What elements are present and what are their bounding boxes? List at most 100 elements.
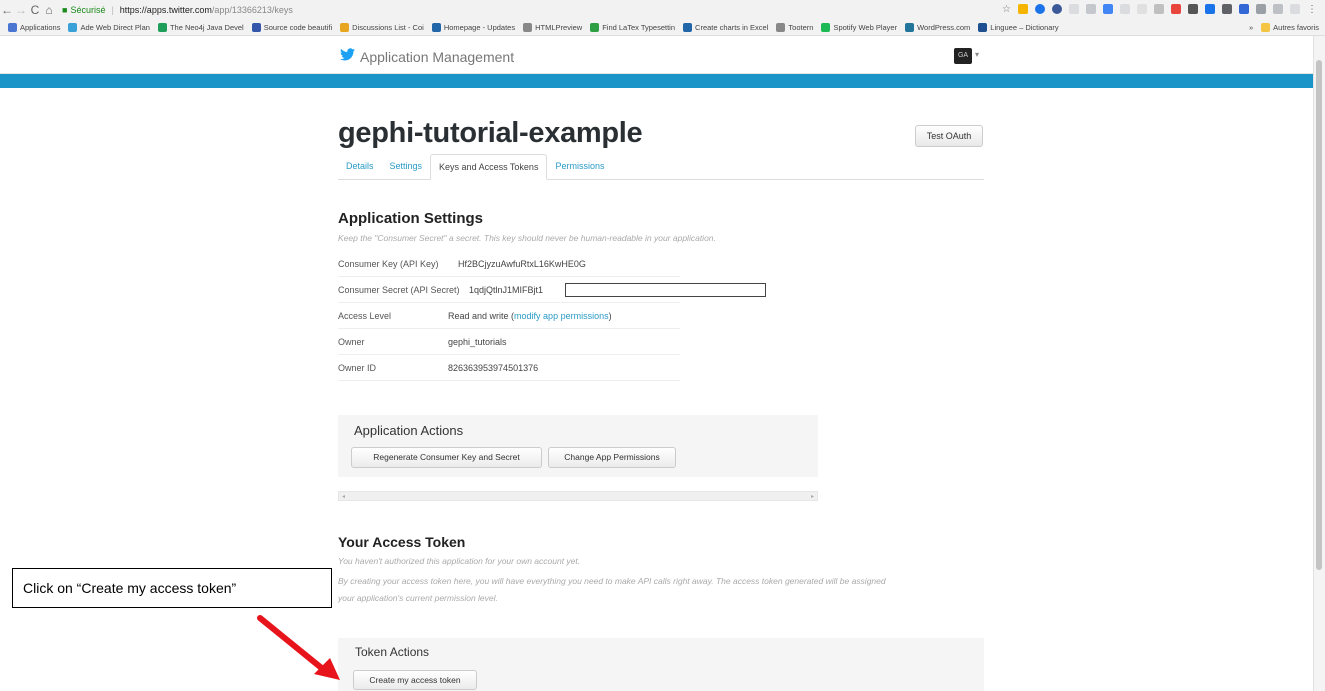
extension-icon[interactable] bbox=[1290, 4, 1300, 14]
bookmark-icon bbox=[905, 22, 915, 32]
bookmark-label: Homepage - Updates bbox=[443, 22, 516, 32]
red-arrow-icon bbox=[257, 615, 340, 680]
application-settings-heading: Application Settings bbox=[338, 210, 484, 227]
bookmark-icon bbox=[776, 22, 786, 32]
extension-icon[interactable] bbox=[1120, 4, 1130, 14]
extension-icon[interactable] bbox=[1273, 4, 1283, 14]
bookmarks-more[interactable]: » bbox=[1249, 23, 1253, 32]
bookmark-item[interactable]: WordPress.com bbox=[905, 22, 971, 32]
tab-permissions[interactable]: Permissions bbox=[547, 154, 612, 179]
bookmark-icon bbox=[157, 22, 167, 32]
access-token-heading: Your Access Token bbox=[338, 534, 466, 550]
access-level-value: Read and write ( bbox=[448, 310, 515, 321]
access-token-description: By creating your access token here, you … bbox=[338, 576, 886, 586]
extension-icon[interactable] bbox=[1103, 4, 1113, 14]
bookmark-item[interactable]: The Neo4j Java Devel bbox=[157, 22, 244, 32]
create-access-token-button[interactable]: Create my access token bbox=[353, 670, 477, 690]
secret-redaction-box bbox=[565, 283, 766, 297]
bookmark-icon bbox=[251, 22, 261, 32]
bookmark-icon bbox=[590, 22, 600, 32]
bookmark-label: Tootern bbox=[788, 22, 814, 32]
bookmark-item[interactable]: Homepage - Updates bbox=[431, 22, 516, 32]
extension-icon[interactable] bbox=[1035, 4, 1045, 14]
extension-icon[interactable] bbox=[1018, 4, 1028, 14]
access-token-note: You haven't authorized this application … bbox=[338, 556, 581, 566]
bookmark-item[interactable]: Tootern bbox=[776, 22, 814, 32]
scroll-right-icon[interactable]: ▸ bbox=[811, 493, 814, 500]
bookmark-icon bbox=[523, 22, 533, 32]
modify-app-permissions-link[interactable]: modify app permissions bbox=[514, 311, 609, 321]
extension-icon[interactable] bbox=[1154, 4, 1164, 14]
instruction-callout: Click on “Create my access token” bbox=[12, 568, 332, 608]
back-icon[interactable]: ← bbox=[0, 3, 14, 17]
bookmark-item[interactable]: Applications bbox=[8, 22, 61, 32]
bookmark-item[interactable]: Discussions List - Coi bbox=[340, 22, 424, 32]
reload-icon[interactable]: C bbox=[28, 3, 42, 17]
bookmark-label: WordPress.com bbox=[917, 22, 971, 32]
bookmarks-bar: Applications Ade Web Direct Plan The Neo4j… bbox=[0, 19, 1325, 36]
bookmark-label: Applications bbox=[20, 22, 61, 32]
other-bookmarks[interactable]: Autres favoris bbox=[1273, 23, 1319, 32]
extension-icon[interactable] bbox=[1256, 4, 1266, 14]
bookmark-item[interactable]: HTMLPreview bbox=[523, 22, 582, 32]
bookmark-icon bbox=[340, 22, 350, 32]
bookmark-icon bbox=[683, 22, 693, 32]
scroll-left-icon[interactable]: ◂ bbox=[342, 493, 345, 500]
home-icon[interactable]: ⌂ bbox=[42, 3, 56, 17]
page-scrollbar-thumb[interactable] bbox=[1316, 60, 1322, 570]
extension-icon[interactable] bbox=[1052, 4, 1062, 14]
url-path: /app/13366213/keys bbox=[211, 4, 293, 15]
setting-label: Owner ID bbox=[338, 362, 377, 373]
tab-settings[interactable]: Settings bbox=[382, 154, 431, 179]
bookmark-item[interactable]: Create charts in Excel bbox=[683, 22, 769, 32]
twitter-bird-icon bbox=[340, 48, 355, 65]
extension-icon[interactable] bbox=[1222, 4, 1232, 14]
extension-icon[interactable] bbox=[1171, 4, 1181, 14]
bookmark-label: Discussions List - Coi bbox=[352, 22, 424, 32]
extension-icon[interactable] bbox=[1069, 4, 1079, 14]
brand-link[interactable]: Application Management bbox=[340, 48, 514, 65]
settings-row: Consumer Key (API Key) Hf2BCjyzuAwfuRtxL… bbox=[338, 251, 680, 277]
menu-icon[interactable]: ⋮ bbox=[1307, 4, 1317, 15]
access-token-description-2: your application's current permission le… bbox=[338, 593, 498, 603]
user-avatar[interactable]: GA bbox=[954, 48, 972, 64]
test-oauth-button[interactable]: Test OAuth bbox=[915, 125, 983, 147]
application-actions-title: Application Actions bbox=[354, 423, 464, 438]
tab-keys-and-access-tokens[interactable]: Keys and Access Tokens bbox=[430, 154, 548, 180]
regenerate-keys-button[interactable]: Regenerate Consumer Key and Secret bbox=[351, 447, 542, 468]
setting-label: Owner bbox=[338, 336, 365, 347]
application-settings-note: Keep the "Consumer Secret" a secret. Thi… bbox=[338, 233, 716, 243]
setting-label: Consumer Key (API Key) bbox=[338, 258, 439, 269]
extension-icon[interactable] bbox=[1205, 4, 1215, 14]
chevron-down-icon[interactable]: ▾ bbox=[975, 50, 979, 59]
browser-address-bar: ← → C ⌂ ■ Sécurisé | https://apps.twitte… bbox=[0, 0, 1325, 19]
settings-row: Owner ID 826363953974501376 bbox=[338, 355, 680, 381]
extension-icon[interactable] bbox=[1137, 4, 1147, 14]
extension-icon[interactable] bbox=[1239, 4, 1249, 14]
bookmark-item[interactable]: Source code beautifi bbox=[251, 22, 332, 32]
setting-label: Consumer Secret (API Secret) bbox=[338, 284, 460, 295]
bookmark-item[interactable]: Ade Web Direct Plan bbox=[68, 22, 150, 32]
settings-row: Access Level Read and write (modify app … bbox=[338, 303, 680, 329]
bookmark-item[interactable]: Linguee – Dictionary bbox=[978, 22, 1059, 32]
forward-icon[interactable]: → bbox=[14, 3, 28, 17]
bookmark-icon bbox=[821, 22, 831, 32]
extension-toolbar: ☆ ⋮ bbox=[1002, 4, 1317, 15]
tab-details[interactable]: Details bbox=[338, 154, 382, 179]
bookmark-label: Create charts in Excel bbox=[695, 22, 769, 32]
extension-icon[interactable] bbox=[1086, 4, 1096, 14]
consumer-key-value: Hf2BCjyzuAwfuRtxL16KwHE0G bbox=[458, 258, 586, 269]
url-field[interactable]: ■ Sécurisé | https://apps.twitter.com/ap… bbox=[62, 2, 1002, 17]
change-app-permissions-button[interactable]: Change App Permissions bbox=[548, 447, 676, 468]
owner-id-value: 826363953974501376 bbox=[448, 362, 539, 373]
site-header: Application Management bbox=[0, 36, 1313, 74]
horizontal-scrollbar[interactable]: ◂ ▸ bbox=[338, 491, 818, 501]
star-icon[interactable]: ☆ bbox=[1002, 4, 1011, 15]
lock-icon: ■ bbox=[62, 4, 68, 15]
bookmark-icon bbox=[68, 22, 78, 32]
owner-value: gephi_tutorials bbox=[448, 336, 507, 347]
bookmark-label: Linguee – Dictionary bbox=[990, 22, 1059, 32]
bookmark-item[interactable]: Find LaTex Typesettin bbox=[590, 22, 675, 32]
bookmark-item[interactable]: Spotify Web Player bbox=[821, 22, 897, 32]
extension-icon[interactable] bbox=[1188, 4, 1198, 14]
